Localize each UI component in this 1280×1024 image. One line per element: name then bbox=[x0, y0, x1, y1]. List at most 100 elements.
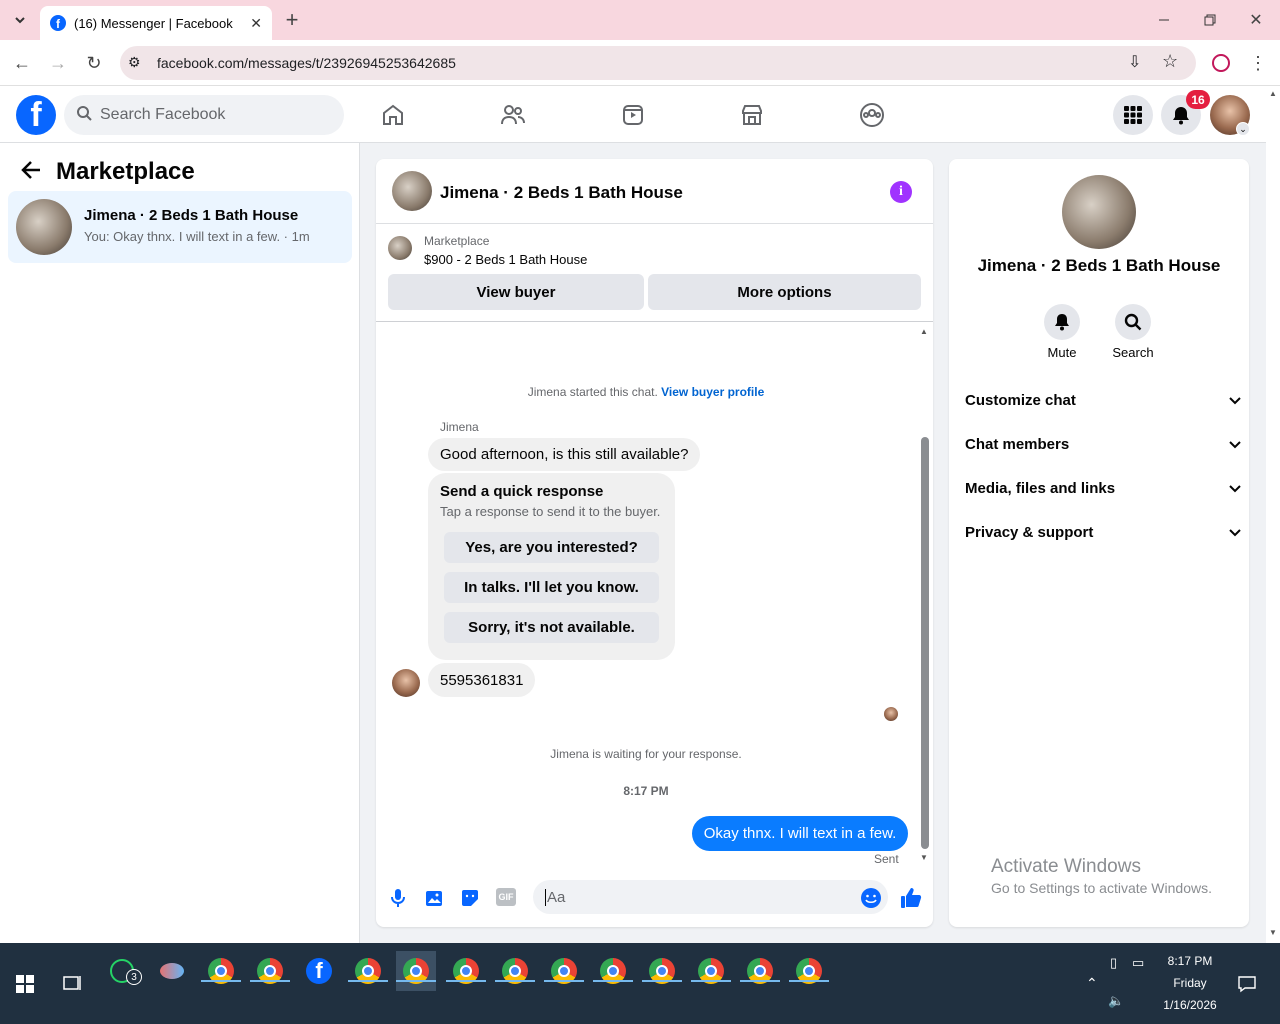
install-app-icon[interactable]: ⇩ bbox=[1128, 52, 1141, 72]
media-files-links-row[interactable]: Media, files and links bbox=[965, 466, 1241, 510]
friends-icon[interactable] bbox=[498, 100, 528, 130]
details-avatar bbox=[1062, 175, 1136, 249]
new-tab-plus-icon[interactable]: + bbox=[278, 6, 306, 34]
customize-chat-row[interactable]: Customize chat bbox=[965, 378, 1241, 422]
chrome-app-icon[interactable] bbox=[593, 951, 633, 991]
active-indicator bbox=[593, 980, 633, 982]
device-icon[interactable]: ▯ bbox=[1110, 955, 1117, 971]
search-label[interactable]: Search bbox=[1106, 345, 1160, 360]
chrome-app-icon[interactable] bbox=[691, 951, 731, 991]
quick-response-option[interactable]: In talks. I'll let you know. bbox=[444, 572, 659, 603]
forward-arrow-icon[interactable]: → bbox=[44, 49, 72, 77]
facebook-search-field[interactable]: Search Facebook bbox=[64, 95, 344, 135]
whatsapp-badge: 3 bbox=[126, 969, 142, 985]
back-arrow-icon[interactable]: ← bbox=[8, 49, 36, 77]
chrome-app-icon[interactable] bbox=[642, 951, 682, 991]
conversation-item[interactable]: Jimena · 2 Beds 1 Bath House You: Okay t… bbox=[8, 191, 352, 263]
volume-icon[interactable]: 🔈 bbox=[1108, 993, 1124, 1009]
chat-header-title[interactable]: Jimena · 2 Beds 1 Bath House bbox=[440, 183, 683, 203]
snipping-tool-app-icon[interactable] bbox=[152, 951, 192, 991]
page-scrollbar[interactable]: ▲ ▼ bbox=[1266, 86, 1280, 943]
row-label: Chat members bbox=[965, 435, 1070, 453]
message-timestamp: 8:17 PM bbox=[623, 784, 669, 798]
groups-icon[interactable] bbox=[857, 100, 887, 130]
chevron-down-icon bbox=[1229, 392, 1241, 409]
chrome-app-icon[interactable] bbox=[250, 951, 290, 991]
chat-started-text: Jimena started this chat. bbox=[527, 385, 658, 399]
tab-list-chevron-icon[interactable] bbox=[6, 6, 34, 34]
network-icon[interactable]: ▭ bbox=[1132, 955, 1144, 971]
tab-close-icon[interactable]: ✕ bbox=[250, 15, 262, 32]
search-icon[interactable] bbox=[1115, 304, 1151, 340]
video-icon[interactable] bbox=[618, 100, 648, 130]
chat-started-notice: Jimena started this chat. View buyer pro… bbox=[376, 385, 916, 399]
marketplace-label: Marketplace bbox=[424, 234, 490, 248]
gif-icon[interactable]: GIF bbox=[496, 888, 516, 906]
chrome-app-icon[interactable] bbox=[495, 951, 535, 991]
facebook-app-icon[interactable]: f bbox=[299, 951, 339, 991]
profile-icon[interactable] bbox=[1212, 54, 1230, 72]
chrome-app-icon[interactable] bbox=[740, 951, 780, 991]
privacy-support-row[interactable]: Privacy & support bbox=[965, 510, 1241, 554]
restore-icon[interactable] bbox=[1196, 6, 1224, 34]
bookmark-star-icon[interactable]: ☆ bbox=[1162, 51, 1178, 72]
site-settings-icon[interactable]: ⚙ bbox=[128, 54, 141, 71]
panel-title: Marketplace bbox=[56, 158, 195, 185]
chrome-app-icon[interactable] bbox=[396, 951, 436, 991]
windows-start-icon[interactable] bbox=[16, 975, 34, 998]
message-input[interactable]: Aa bbox=[533, 880, 888, 914]
scroll-up-icon[interactable]: ▲ bbox=[1269, 89, 1277, 98]
emoji-icon[interactable] bbox=[860, 887, 882, 914]
url-field[interactable]: ⚙ facebook.com/messages/t/23926945253642… bbox=[120, 46, 1196, 80]
window-close-icon[interactable]: ✕ bbox=[1242, 6, 1270, 34]
photo-attach-icon[interactable] bbox=[425, 888, 445, 913]
chrome-app-icon[interactable] bbox=[201, 951, 241, 991]
listing-title[interactable]: $900 - 2 Beds 1 Bath House bbox=[424, 252, 587, 267]
incoming-message[interactable]: Good afternoon, is this still available? bbox=[428, 438, 701, 471]
chat-header: Jimena · 2 Beds 1 Bath House i bbox=[376, 159, 933, 224]
facebook-logo-icon[interactable]: f bbox=[16, 95, 56, 135]
chat-members-row[interactable]: Chat members bbox=[965, 422, 1241, 466]
clock-day[interactable]: Friday bbox=[1150, 976, 1230, 990]
clock-date[interactable]: 1/16/2026 bbox=[1150, 998, 1230, 1012]
home-icon[interactable] bbox=[378, 100, 408, 130]
info-icon[interactable]: i bbox=[890, 181, 912, 203]
messages-scroll-thumb[interactable] bbox=[921, 437, 929, 849]
sticker-icon[interactable] bbox=[460, 888, 480, 913]
marketplace-icon[interactable] bbox=[737, 100, 767, 130]
account-chevron-icon[interactable]: ⌄ bbox=[1236, 122, 1250, 136]
row-label: Privacy & support bbox=[965, 523, 1094, 541]
scroll-down-icon[interactable]: ▼ bbox=[920, 853, 928, 862]
chat-header-avatar[interactable] bbox=[392, 171, 432, 211]
reload-icon[interactable]: ↻ bbox=[80, 49, 108, 77]
task-view-icon[interactable] bbox=[62, 974, 82, 997]
scroll-down-icon[interactable]: ▼ bbox=[1269, 928, 1277, 937]
chrome-app-icon[interactable] bbox=[348, 951, 388, 991]
mute-label[interactable]: Mute bbox=[1035, 345, 1089, 360]
quick-response-option[interactable]: Sorry, it's not available. bbox=[444, 612, 659, 643]
quick-response-option[interactable]: Yes, are you interested? bbox=[444, 532, 659, 563]
chrome-app-icon[interactable] bbox=[544, 951, 584, 991]
chrome-app-icon[interactable] bbox=[446, 951, 486, 991]
clock-time[interactable]: 8:17 PM bbox=[1150, 954, 1230, 968]
sender-avatar[interactable] bbox=[392, 669, 420, 697]
whatsapp-app-icon[interactable]: 3 bbox=[102, 951, 142, 991]
incoming-message[interactable]: 5595361831 bbox=[428, 663, 536, 697]
mute-bell-icon[interactable] bbox=[1044, 304, 1080, 340]
more-options-button[interactable]: More options bbox=[648, 274, 921, 310]
browser-tab[interactable]: f (16) Messenger | Facebook ✕ bbox=[40, 6, 272, 40]
scroll-up-icon[interactable]: ▲ bbox=[920, 327, 928, 336]
chrome-menu-icon[interactable]: ⋮ bbox=[1244, 49, 1272, 77]
chrome-app-icon[interactable] bbox=[789, 951, 829, 991]
view-buyer-button[interactable]: View buyer bbox=[388, 274, 644, 310]
menu-grid-icon[interactable] bbox=[1113, 95, 1153, 135]
outgoing-message[interactable]: Okay thnx. I will text in a few. bbox=[692, 816, 908, 851]
microphone-icon[interactable] bbox=[390, 888, 406, 913]
tray-chevron-up-icon[interactable]: ⌃ bbox=[1086, 975, 1098, 992]
action-center-icon[interactable] bbox=[1238, 975, 1256, 998]
thumbs-up-icon[interactable] bbox=[899, 886, 923, 915]
view-buyer-profile-link[interactable]: View buyer profile bbox=[661, 385, 764, 399]
back-arrow-icon[interactable] bbox=[20, 159, 42, 186]
minimize-icon[interactable] bbox=[1150, 6, 1178, 34]
sender-name: Jimena bbox=[440, 420, 479, 434]
